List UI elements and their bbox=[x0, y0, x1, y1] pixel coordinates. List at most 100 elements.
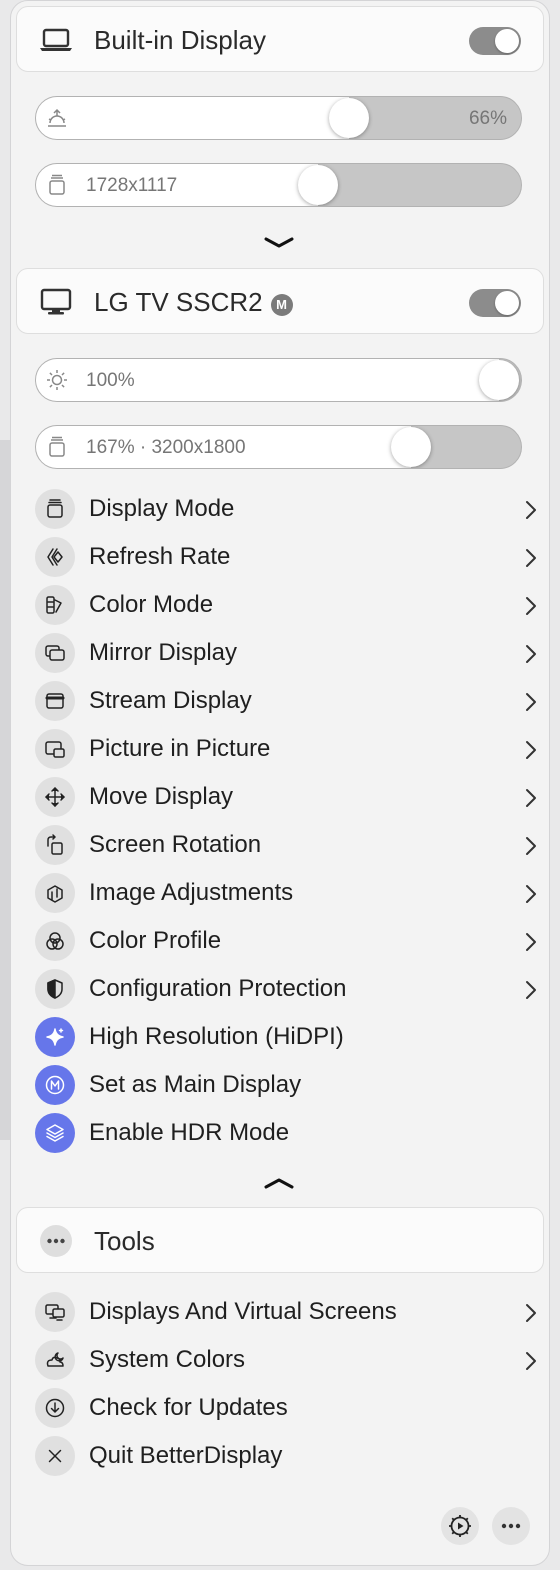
move-display-icon bbox=[35, 777, 75, 817]
collapse-chevron-up-icon[interactable] bbox=[262, 1175, 296, 1191]
menu-item-image-adjustments[interactable]: Image Adjustments bbox=[33, 870, 539, 916]
configuration-protection-icon bbox=[35, 969, 75, 1009]
chevron-right-icon bbox=[526, 693, 536, 711]
picture-in-picture-icon bbox=[35, 729, 75, 769]
settings-button[interactable] bbox=[441, 1507, 479, 1545]
chevron-right-icon bbox=[526, 885, 536, 903]
menu-item-label: High Resolution (HiDPI) bbox=[89, 1023, 344, 1050]
menu-item-label: Mirror Display bbox=[89, 639, 238, 666]
refresh-rate-icon bbox=[35, 537, 75, 577]
menu-item-screen-rotation[interactable]: Screen Rotation bbox=[33, 822, 539, 868]
slider-fill bbox=[36, 97, 349, 139]
slider-thumb[interactable] bbox=[391, 427, 431, 467]
main-display-badge: M bbox=[270, 294, 293, 316]
lg-brightness-slider[interactable]: 100% bbox=[35, 358, 522, 402]
tools-title: Tools bbox=[94, 1226, 155, 1256]
menu-item-label: Check for Updates bbox=[89, 1394, 288, 1421]
laptop-icon bbox=[39, 25, 73, 55]
menu-item-color-mode[interactable]: Color Mode bbox=[33, 582, 539, 628]
chevron-right-icon bbox=[526, 933, 536, 951]
menu-item-label: Screen Rotation bbox=[89, 831, 262, 858]
brightness-icon bbox=[46, 107, 68, 129]
menu-item-label: Refresh Rate bbox=[89, 543, 231, 570]
chevron-right-icon bbox=[526, 981, 536, 999]
menu-item-label: Enable HDR Mode bbox=[89, 1119, 290, 1146]
gear-play-icon bbox=[449, 1515, 471, 1537]
menu-item-display-mode[interactable]: Display Mode bbox=[33, 486, 539, 532]
download-icon bbox=[35, 1388, 75, 1428]
toggle-knob bbox=[495, 291, 519, 315]
menu-item-quit-betterdisplay[interactable]: Quit BetterDisplay bbox=[33, 1433, 539, 1479]
chevron-right-icon bbox=[526, 1352, 536, 1370]
menu-item-label: Color Mode bbox=[89, 591, 214, 618]
menu-item-refresh-rate[interactable]: Refresh Rate bbox=[33, 534, 539, 580]
sparkle-icon bbox=[35, 1017, 75, 1057]
slider-thumb[interactable] bbox=[298, 165, 338, 205]
menu-item-check-for-updates[interactable]: Check for Updates bbox=[33, 1385, 539, 1431]
brightness-label: 100% bbox=[86, 370, 135, 391]
resolution-label: 1728x1117 bbox=[86, 175, 178, 196]
builtin-display-card: Built-in Display bbox=[16, 6, 544, 72]
chevron-right-icon bbox=[526, 549, 536, 567]
tools-card[interactable]: Tools bbox=[16, 1207, 544, 1273]
chevron-right-icon bbox=[526, 597, 536, 615]
resolution-icon bbox=[46, 436, 68, 458]
menu-item-mirror-display[interactable]: Mirror Display bbox=[33, 630, 539, 676]
menu-item-picture-in-picture[interactable]: Picture in Picture bbox=[33, 726, 539, 772]
sun-icon bbox=[46, 369, 68, 391]
menu-item-label: Displays And Virtual Screens bbox=[89, 1298, 397, 1325]
menu-item-label: Color Profile bbox=[89, 927, 222, 954]
more-icon bbox=[39, 1225, 73, 1257]
menu-item-label: Move Display bbox=[89, 783, 234, 810]
menu-item-label: Image Adjustments bbox=[89, 879, 294, 906]
brightness-value: 66% bbox=[468, 108, 507, 129]
resolution-icon bbox=[46, 174, 68, 196]
menu-item-label: Display Mode bbox=[89, 495, 235, 522]
slider-thumb[interactable] bbox=[329, 98, 369, 138]
color-profile-icon bbox=[35, 921, 75, 961]
lg-display-toggle[interactable] bbox=[469, 289, 521, 317]
chevron-right-icon bbox=[526, 789, 536, 807]
lg-display-card: LG TV SSCR2 M bbox=[16, 268, 544, 334]
lg-resolution-slider[interactable]: 167% · 3200x1800 bbox=[35, 425, 522, 469]
menu-item-high-resolution-hidpi[interactable]: High Resolution (HiDPI) bbox=[33, 1014, 539, 1060]
menu-item-label: System Colors bbox=[89, 1346, 246, 1373]
color-mode-icon bbox=[35, 585, 75, 625]
builtin-brightness-slider[interactable]: 66% bbox=[35, 96, 522, 140]
more-options-button[interactable] bbox=[492, 1507, 530, 1545]
screen-rotation-icon bbox=[35, 825, 75, 865]
collapse-chevron-down-icon[interactable] bbox=[262, 235, 296, 251]
menu-item-system-colors[interactable]: System Colors bbox=[33, 1337, 539, 1383]
lg-display-title-row: LG TV SSCR2 M bbox=[94, 287, 293, 317]
lg-display-title: LG TV SSCR2 bbox=[94, 287, 263, 317]
slider-thumb[interactable] bbox=[479, 360, 519, 400]
menu-item-label: Stream Display bbox=[89, 687, 252, 714]
main-display-icon bbox=[35, 1065, 75, 1105]
monitor-icon bbox=[39, 287, 73, 317]
menu-item-move-display[interactable]: Move Display bbox=[33, 774, 539, 820]
menu-item-label: Configuration Protection bbox=[89, 975, 347, 1002]
menu-item-color-profile[interactable]: Color Profile bbox=[33, 918, 539, 964]
menu-item-stream-display[interactable]: Stream Display bbox=[33, 678, 539, 724]
stream-display-icon bbox=[35, 681, 75, 721]
ellipsis-icon bbox=[501, 1523, 521, 1529]
resolution-label: 167% · 3200x1800 bbox=[86, 437, 246, 458]
system-colors-icon bbox=[35, 1340, 75, 1380]
chevron-right-icon bbox=[526, 1304, 536, 1322]
close-icon bbox=[35, 1436, 75, 1476]
menu-item-displays-and-virtual-screens[interactable]: Displays And Virtual Screens bbox=[33, 1289, 539, 1335]
menu-item-label: Set as Main Display bbox=[89, 1071, 302, 1098]
image-adjustments-icon bbox=[35, 873, 75, 913]
chevron-right-icon bbox=[526, 501, 536, 519]
toggle-knob bbox=[495, 29, 519, 53]
menu-item-enable-hdr-mode[interactable]: Enable HDR Mode bbox=[33, 1110, 539, 1156]
builtin-display-toggle[interactable] bbox=[469, 27, 521, 55]
chevron-right-icon bbox=[526, 645, 536, 663]
chevron-right-icon bbox=[526, 741, 536, 759]
display-mode-icon bbox=[35, 489, 75, 529]
menu-item-set-as-main-display[interactable]: Set as Main Display bbox=[33, 1062, 539, 1108]
menu-item-configuration-protection[interactable]: Configuration Protection bbox=[33, 966, 539, 1012]
displays-icon bbox=[35, 1292, 75, 1332]
mirror-display-icon bbox=[35, 633, 75, 673]
builtin-resolution-slider[interactable]: 1728x1117 bbox=[35, 163, 522, 207]
